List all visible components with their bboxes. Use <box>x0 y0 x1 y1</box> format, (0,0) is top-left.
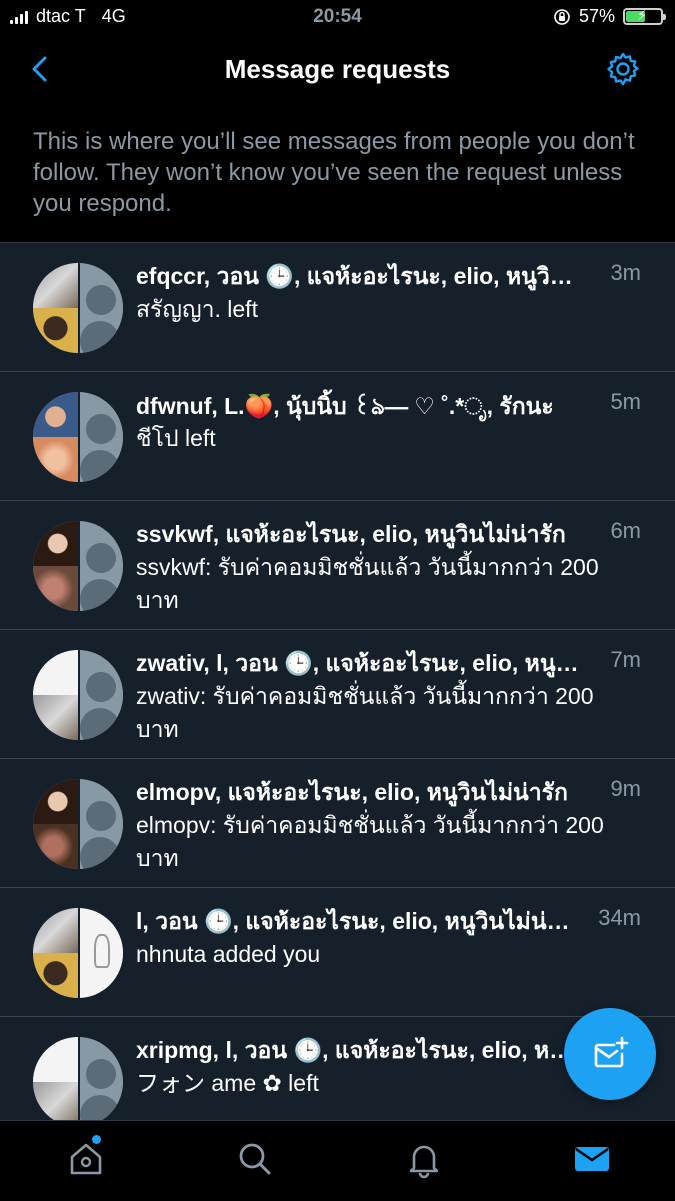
group-avatar <box>33 779 123 869</box>
home-notification-dot <box>92 1135 101 1144</box>
search-icon <box>239 1143 271 1175</box>
conversation-preview: ssvkwf: รับค่าคอมมิชชั่นแล้ว วันนี้มากกว… <box>136 554 599 613</box>
group-avatar <box>33 650 123 740</box>
envelope-icon <box>575 1147 609 1171</box>
conversation-row[interactable]: zwativ, l, วอน 🕒, แจห้ะอะไรนะ, elio, หนู… <box>0 629 675 758</box>
header-description: This is where you’ll see messages from p… <box>33 128 635 217</box>
status-bar: dtac T 4G 20:54 57% ⚡ <box>0 0 675 36</box>
conversation-time: 9m <box>610 776 641 801</box>
new-message-button[interactable] <box>564 1008 656 1100</box>
conversation-name: l, วอน 🕒, แจห้ะอะไรนะ, elio, หนูวินไม่น่… <box>136 908 581 934</box>
group-avatar <box>33 263 123 353</box>
bottom-tab-bar <box>0 1120 675 1201</box>
conversation-preview: zwativ: รับค่าคอมมิชชั่นแล้ว วันนี้มากกว… <box>136 683 594 742</box>
group-avatar <box>33 908 123 998</box>
conversation-preview: フォン ame ✿ left <box>136 1070 319 1096</box>
group-avatar <box>33 392 123 482</box>
battery-icon: ⚡ <box>623 7 666 25</box>
conversation-preview: สรัญญา. left <box>136 296 258 322</box>
conversation-row[interactable]: elmopv, แจห้ะอะไรนะ, elio, หนูวินไม่น่าร… <box>0 758 675 887</box>
conversation-time: 5m <box>610 389 641 414</box>
status-right: 57% ⚡ <box>553 6 666 27</box>
page-header: Message requests This is where you’ll se… <box>0 36 675 242</box>
message-request-list: efqccr, วอน 🕒, แจห้ะอะไรนะ, elio, หนูวิน… <box>0 242 675 1145</box>
orientation-lock-icon <box>554 8 570 25</box>
conversation-name: zwativ, l, วอน 🕒, แจห้ะอะไรนะ, elio, หนู… <box>136 650 581 676</box>
conversation-time: 7m <box>610 647 641 672</box>
tab-messages[interactable] <box>572 1139 612 1179</box>
settings-button[interactable] <box>605 51 641 87</box>
conversation-time: 6m <box>610 518 641 543</box>
conversation-time: 34m <box>598 905 641 930</box>
conversation-name: efqccr, วอน 🕒, แจห้ะอะไรนะ, elio, หนูวิน… <box>136 263 581 289</box>
tab-home[interactable] <box>66 1139 106 1179</box>
conversation-time: 3m <box>610 260 641 285</box>
conversation-preview: ชีโป left <box>136 425 216 451</box>
gear-icon <box>607 52 639 86</box>
conversation-name: elmopv, แจห้ะอะไรนะ, elio, หนูวินไม่น่าร… <box>136 779 568 805</box>
conversation-row[interactable]: dfwnuf, L.🍑, นุ้บนิ้บ ꒰ঌ⎯⎯ ♡ ˚.*ೃ, รักนะ… <box>0 371 675 500</box>
group-avatar <box>33 521 123 611</box>
tab-notifications[interactable] <box>404 1139 444 1179</box>
conversation-row[interactable]: efqccr, วอน 🕒, แจห้ะอะไรนะ, elio, หนูวิน… <box>0 242 675 371</box>
conversation-name: ssvkwf, แจห้ะอะไรนะ, elio, หนูวินไม่น่าร… <box>136 521 566 547</box>
conversation-row[interactable]: l, วอน 🕒, แจห้ะอะไรนะ, elio, หนูวินไม่น่… <box>0 887 675 1016</box>
new-message-icon <box>594 1036 629 1068</box>
bell-icon <box>409 1145 439 1179</box>
conversation-row[interactable]: ssvkwf, แจห้ะอะไรนะ, elio, หนูวินไม่น่าร… <box>0 500 675 629</box>
conversation-preview: elmopv: รับค่าคอมมิชชั่นแล้ว วันนี้มากกว… <box>136 812 604 871</box>
tab-search[interactable] <box>235 1139 275 1179</box>
battery-percent: 57% <box>578 6 615 26</box>
home-icon <box>70 1143 102 1175</box>
conversation-preview: nhnuta added you <box>136 941 321 967</box>
page-title: Message requests <box>224 54 451 84</box>
group-avatar <box>33 1037 123 1127</box>
conversation-name: xripmg, l, วอน 🕒, แจห้ะอะไรนะ, elio, หนู… <box>136 1037 581 1063</box>
